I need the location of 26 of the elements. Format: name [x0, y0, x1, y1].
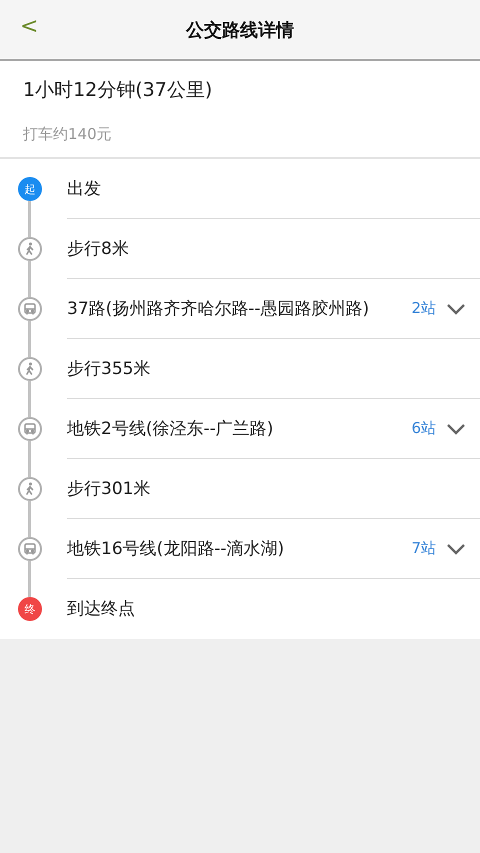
- chevron-down-icon[interactable]: [446, 542, 466, 554]
- chevron-down-icon[interactable]: [446, 422, 466, 434]
- taxi-fare: 打车约140元: [23, 125, 112, 144]
- bus-icon: [18, 297, 42, 321]
- trip-duration: 1小时12分钟(37公里): [23, 78, 212, 103]
- bus-icon: [18, 537, 42, 561]
- step-text: 步行8米: [67, 238, 129, 260]
- walking-icon: [18, 237, 42, 261]
- end-marker: 终: [18, 597, 42, 621]
- walking-icon: [18, 477, 42, 501]
- bus-icon: [18, 417, 42, 441]
- step-text: 出发: [67, 178, 101, 200]
- stop-count[interactable]: 6站: [411, 419, 436, 438]
- page-title: 公交路线详情: [186, 18, 294, 42]
- back-button[interactable]: <: [14, 14, 44, 39]
- chevron-down-icon[interactable]: [446, 302, 466, 314]
- step-text: 37路(扬州路齐齐哈尔路--愚园路胶州路): [67, 298, 370, 320]
- start-marker: 起: [18, 177, 42, 201]
- step-text: 到达终点: [67, 598, 135, 620]
- stop-count[interactable]: 7站: [411, 539, 436, 558]
- step-text: 步行301米: [67, 478, 150, 500]
- step-text: 地铁16号线(龙阳路--滴水湖): [67, 538, 284, 560]
- step-text: 地铁2号线(徐泾东--广兰路): [67, 418, 274, 440]
- stop-count[interactable]: 2站: [411, 299, 436, 318]
- walking-icon: [18, 357, 42, 381]
- step-text: 步行355米: [67, 358, 150, 380]
